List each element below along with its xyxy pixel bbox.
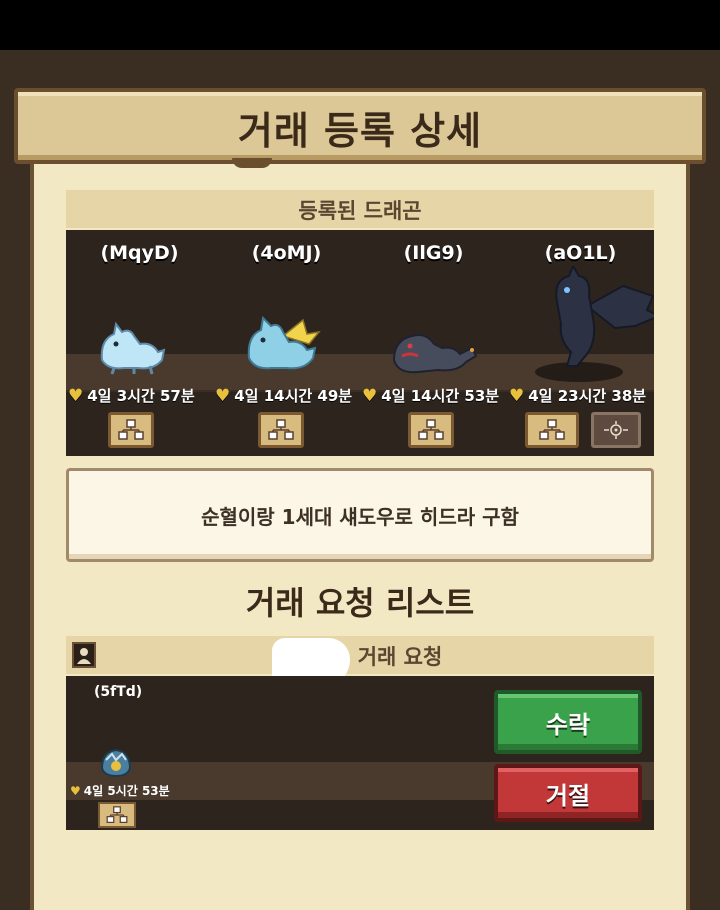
lineage-button[interactable]: [408, 412, 454, 448]
request-timer: ♥ 4일 5시간 53분: [70, 782, 170, 799]
family-tree-icon: [539, 419, 565, 440]
locate-button[interactable]: [591, 412, 641, 448]
dragon-sprite-icon: [392, 334, 478, 374]
registered-section-header: 등록된 드래곤: [66, 190, 654, 228]
lineage-button[interactable]: [258, 412, 304, 448]
user-profile-icon[interactable]: [72, 642, 96, 668]
family-tree-icon: [106, 806, 128, 823]
heart-icon: ♥: [70, 784, 81, 798]
dragon-name: (4oMJ): [251, 242, 322, 264]
request-timer-text: 4일 5시간 53분: [83, 784, 170, 798]
dragon-timer: ♥ 4일 23시간 38분: [509, 385, 646, 406]
dragon-slot-2[interactable]: (4oMJ) ♥ 4일 14시간 49분: [213, 230, 360, 456]
registered-dragons-stage: (MqyD) ♥ 4일 3시간 57분 (4oMJ) ♥ 4일 14시간 49분 (…: [66, 230, 654, 456]
request-list-title: 거래 요청 리스트: [245, 584, 475, 622]
banner-notch: [232, 158, 272, 168]
dragon-name: (MqyD): [100, 242, 179, 264]
dragon-timer-text: 4일 14시간 49분: [234, 387, 353, 405]
dragon-timer: ♥ 4일 14시간 49분: [215, 385, 352, 406]
dragon-timer: ♥ 4일 3시간 57분: [68, 385, 195, 406]
person-icon: [77, 648, 91, 664]
dragon-sprite-icon: [535, 266, 654, 382]
dragon-name: (aO1L): [544, 242, 617, 264]
dragon-timer-text: 4일 23시간 38분: [528, 387, 647, 405]
page-title: 거래 등록 상세: [237, 109, 483, 153]
request-section-header: 거래 요청: [66, 636, 654, 674]
family-tree-icon: [268, 419, 294, 440]
dragon-timer-text: 4일 14시간 53분: [381, 387, 500, 405]
dragon-timer: ♥ 4일 14시간 53분: [362, 385, 499, 406]
dragon-slot-3[interactable]: (IlG9) ♥ 4일 14시간 53분: [360, 230, 507, 456]
heart-icon: ♥: [509, 386, 525, 406]
dragon-sprite-icon: [247, 315, 321, 370]
title-banner: 거래 등록 상세: [14, 88, 706, 164]
request-strip-label: 거래 요청: [357, 645, 443, 669]
memo-text: 순혈이랑 1세대 섀도우로 히드라 구함: [201, 505, 519, 529]
heart-icon: ♥: [215, 386, 231, 406]
family-tree-icon: [418, 419, 444, 440]
crosshair-icon: [604, 421, 628, 439]
accept-button[interactable]: 수락: [494, 690, 642, 754]
dragon-name: (IlG9): [403, 242, 464, 264]
request-dragon-name: (5fTd): [94, 684, 143, 700]
trade-memo: 순혈이랑 1세대 섀도우로 히드라 구함: [66, 468, 654, 562]
reject-button[interactable]: 거절: [494, 764, 642, 822]
heart-icon: ♥: [68, 386, 84, 406]
dragon-egg-icon: [100, 748, 132, 778]
status-bar: [0, 0, 720, 50]
dragon-slot-1[interactable]: (MqyD) ♥ 4일 3시간 57분: [66, 230, 213, 456]
lineage-button[interactable]: [525, 412, 579, 448]
dragon-sprite-icon: [100, 321, 166, 375]
family-tree-icon: [118, 419, 144, 440]
heart-icon: ♥: [362, 386, 378, 406]
dragon-slot-4[interactable]: (aO1L) ♥ 4일 23시간 38분: [507, 230, 654, 456]
request-lineage-button[interactable]: [98, 802, 136, 828]
lineage-button[interactable]: [108, 412, 154, 448]
dragon-timer-text: 4일 3시간 57분: [87, 387, 195, 405]
registered-section-label: 등록된 드래곤: [298, 199, 422, 223]
